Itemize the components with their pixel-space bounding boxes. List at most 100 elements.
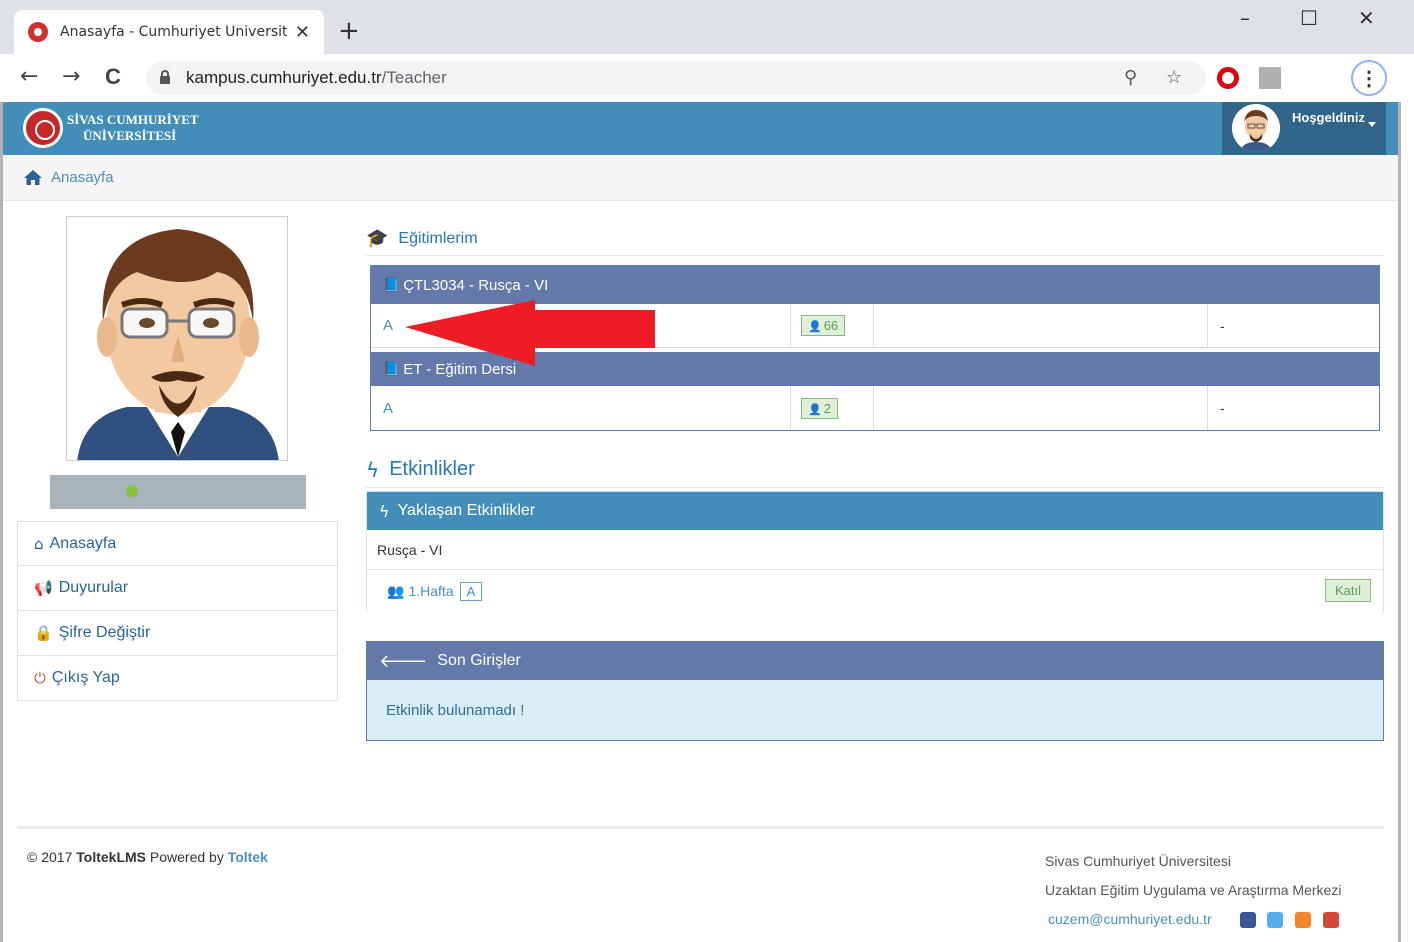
side-menu-label: Çıkış Yap bbox=[51, 669, 120, 686]
side-menu-label: Şifre Değiştir bbox=[58, 624, 151, 641]
maximize-button[interactable]: ☐ bbox=[1300, 6, 1318, 30]
recent-logins-empty-message: Etkinlik bulunamadı ! bbox=[367, 680, 1383, 740]
product-name: ToltekLMS bbox=[76, 849, 146, 865]
power-icon: ⏻ bbox=[34, 669, 46, 687]
book-icon: 📘 bbox=[383, 277, 400, 292]
bolt-icon: ϟ bbox=[366, 457, 380, 482]
browser-tab[interactable]: Anasayfa - Cumhuriyet Üniversite ✕ bbox=[14, 10, 324, 54]
red-arrow-annotation bbox=[405, 300, 655, 366]
side-menu-cikis-yap[interactable]: ⏻ Çıkış Yap bbox=[17, 656, 338, 701]
events-section-title: ϟ Etkinlikler bbox=[366, 452, 1384, 488]
join-button[interactable]: Katıl bbox=[1324, 579, 1371, 602]
window-frame-left bbox=[0, 102, 3, 942]
courses-title: Eğitimlerim bbox=[398, 229, 478, 247]
reload-button[interactable]: C bbox=[105, 64, 121, 90]
online-status-bar bbox=[50, 475, 306, 509]
upcoming-events-header: ϟ Yaklaşan Etkinlikler bbox=[367, 492, 1383, 530]
user-menu[interactable]: Hoşgeldiniz bbox=[1222, 102, 1386, 155]
org-line-2: Uzaktan Eğitim Uygulama ve Araştırma Mer… bbox=[1045, 882, 1342, 898]
course-group-row: A 👤 2 - bbox=[371, 386, 1379, 430]
favicon-icon bbox=[28, 22, 48, 42]
back-button[interactable]: ← bbox=[20, 64, 38, 89]
home-icon: ⌂ bbox=[34, 534, 44, 553]
breadcrumb-home-link[interactable]: Anasayfa bbox=[51, 169, 114, 186]
side-menu: ⌂ Anasayfa 📢 Duyurular 🔒 Şifre Değiştir … bbox=[17, 521, 338, 701]
powered-by-text: Powered by bbox=[146, 849, 228, 865]
lock-icon: 🔒 bbox=[34, 624, 53, 642]
twitter-icon[interactable] bbox=[1267, 912, 1284, 929]
forward-button[interactable]: → bbox=[62, 64, 80, 89]
caret-down-icon bbox=[1368, 122, 1376, 127]
user-greeting: Hoşgeldiniz bbox=[1292, 110, 1365, 125]
courses-section-title: 🎓 Eğitimlerim bbox=[366, 222, 1384, 256]
bookmark-star-icon[interactable]: ☆ bbox=[1166, 67, 1182, 88]
logo-line-1: SİVAS CUMHURİYET bbox=[67, 112, 199, 127]
window-frame-right bbox=[1398, 102, 1401, 942]
instagram-icon[interactable] bbox=[1295, 912, 1312, 929]
student-count-badge: 👤 66 bbox=[801, 315, 846, 336]
logo-line-2: ÜNİVERSİTESİ bbox=[83, 128, 177, 143]
side-menu-anasayfa[interactable]: ⌂ Anasayfa bbox=[17, 521, 338, 566]
tab-close-icon[interactable]: ✕ bbox=[295, 22, 310, 43]
profile-picture bbox=[66, 216, 288, 461]
facebook-icon[interactable] bbox=[1239, 912, 1256, 929]
window-close-button[interactable]: ✕ bbox=[1358, 6, 1375, 30]
email-link[interactable]: cuzem@cumhuriyet.edu.tr bbox=[1048, 911, 1212, 927]
student-count: 2 bbox=[823, 400, 831, 416]
url-host: kampus.cumhuriyet.edu.tr bbox=[186, 68, 382, 87]
recent-logins-title: Son Girişler bbox=[437, 652, 521, 669]
lock-icon bbox=[160, 70, 170, 84]
side-menu-label: Duyurular bbox=[58, 579, 129, 596]
address-bar[interactable]: kampus.cumhuriyet.edu.tr/Teacher ⚲ ☆ bbox=[146, 61, 1206, 95]
pdf-extension-icon[interactable] bbox=[1259, 67, 1281, 89]
student-count-badge: 👤 2 bbox=[801, 397, 838, 419]
copyright-prefix: © 2017 bbox=[27, 849, 77, 865]
browser-toolbar: ← → C kampus.cumhuriyet.edu.tr/Teacher ⚲… bbox=[0, 54, 1414, 102]
tab-title: Anasayfa - Cumhuriyet Üniversite bbox=[60, 24, 287, 40]
user-avatar bbox=[1232, 104, 1280, 152]
event-week-link[interactable]: 1.Hafta bbox=[408, 583, 453, 599]
home-icon bbox=[24, 170, 42, 185]
course-extra: - bbox=[1220, 400, 1225, 416]
org-line-1: Sivas Cumhuriyet Üniversitesi bbox=[1045, 853, 1231, 869]
graduation-cap-icon: 🎓 bbox=[366, 228, 389, 249]
page-footer: © 2017 ToltekLMS Powered by Toltek Sivas… bbox=[17, 826, 1384, 936]
recent-logins-panel: 🡐 Son Girişler Etkinlik bulunamadı ! bbox=[366, 641, 1384, 741]
brand-link[interactable]: Toltek bbox=[228, 849, 268, 865]
youtube-icon[interactable] bbox=[1323, 912, 1340, 929]
university-logo-text[interactable]: SİVAS CUMHURİYET ÜNİVERSİTESİ bbox=[67, 112, 199, 144]
course-group-link[interactable]: A bbox=[383, 317, 393, 334]
book-icon: 📘 bbox=[383, 361, 400, 376]
event-course-name: Rusça - VI bbox=[367, 530, 1383, 570]
bullhorn-icon: 📢 bbox=[34, 579, 53, 597]
event-group-label: A bbox=[459, 581, 483, 601]
arrow-left-icon: 🡐 bbox=[379, 650, 428, 672]
online-status-dot bbox=[126, 485, 138, 497]
university-seal-icon[interactable] bbox=[23, 108, 63, 148]
new-tab-button[interactable]: + bbox=[338, 16, 360, 46]
opera-extension-icon[interactable] bbox=[1217, 67, 1239, 89]
site-header: SİVAS CUMHURİYET ÜNİVERSİTESİ Hoşgeldini… bbox=[3, 102, 1398, 155]
upcoming-events-panel: ϟ Yaklaşan Etkinlikler Rusça - VI 👥 1.Ha… bbox=[366, 491, 1384, 612]
minimize-button[interactable]: – bbox=[1240, 6, 1250, 30]
course-extra: - bbox=[1220, 317, 1225, 334]
side-menu-label: Anasayfa bbox=[49, 534, 117, 552]
course-header[interactable]: 📘 ÇTL3034 - Rusça - VI bbox=[371, 266, 1379, 304]
zoom-icon[interactable]: ⚲ bbox=[1124, 67, 1137, 88]
browser-tabstrip: Anasayfa - Cumhuriyet Üniversite ✕ + – ☐… bbox=[0, 0, 1414, 54]
side-menu-sifre-degistir[interactable]: 🔒 Şifre Değiştir bbox=[17, 611, 338, 656]
user-icon: 👤 bbox=[808, 321, 822, 333]
footer-contact: Sivas Cumhuriyet Üniversitesi Uzaktan Eğ… bbox=[1045, 847, 1341, 934]
recent-logins-header: 🡐 Son Girişler bbox=[367, 642, 1383, 680]
url-path: /Teacher bbox=[381, 68, 447, 87]
event-row: 👥 1.Hafta A Katıl bbox=[367, 570, 1383, 612]
course-name: ÇTL3034 - Rusça - VI bbox=[403, 276, 549, 294]
course-group-link[interactable]: A bbox=[383, 400, 393, 417]
browser-menu-button[interactable]: ⋮ bbox=[1351, 60, 1387, 96]
breadcrumb: Anasayfa bbox=[3, 155, 1398, 201]
copyright: © 2017 ToltekLMS Powered by Toltek bbox=[27, 849, 268, 865]
side-menu-duyurular[interactable]: 📢 Duyurular bbox=[17, 566, 338, 611]
upcoming-events-title: Yaklaşan Etkinlikler bbox=[397, 502, 536, 519]
student-count: 66 bbox=[823, 318, 839, 333]
bolt-icon: ϟ bbox=[379, 501, 390, 521]
